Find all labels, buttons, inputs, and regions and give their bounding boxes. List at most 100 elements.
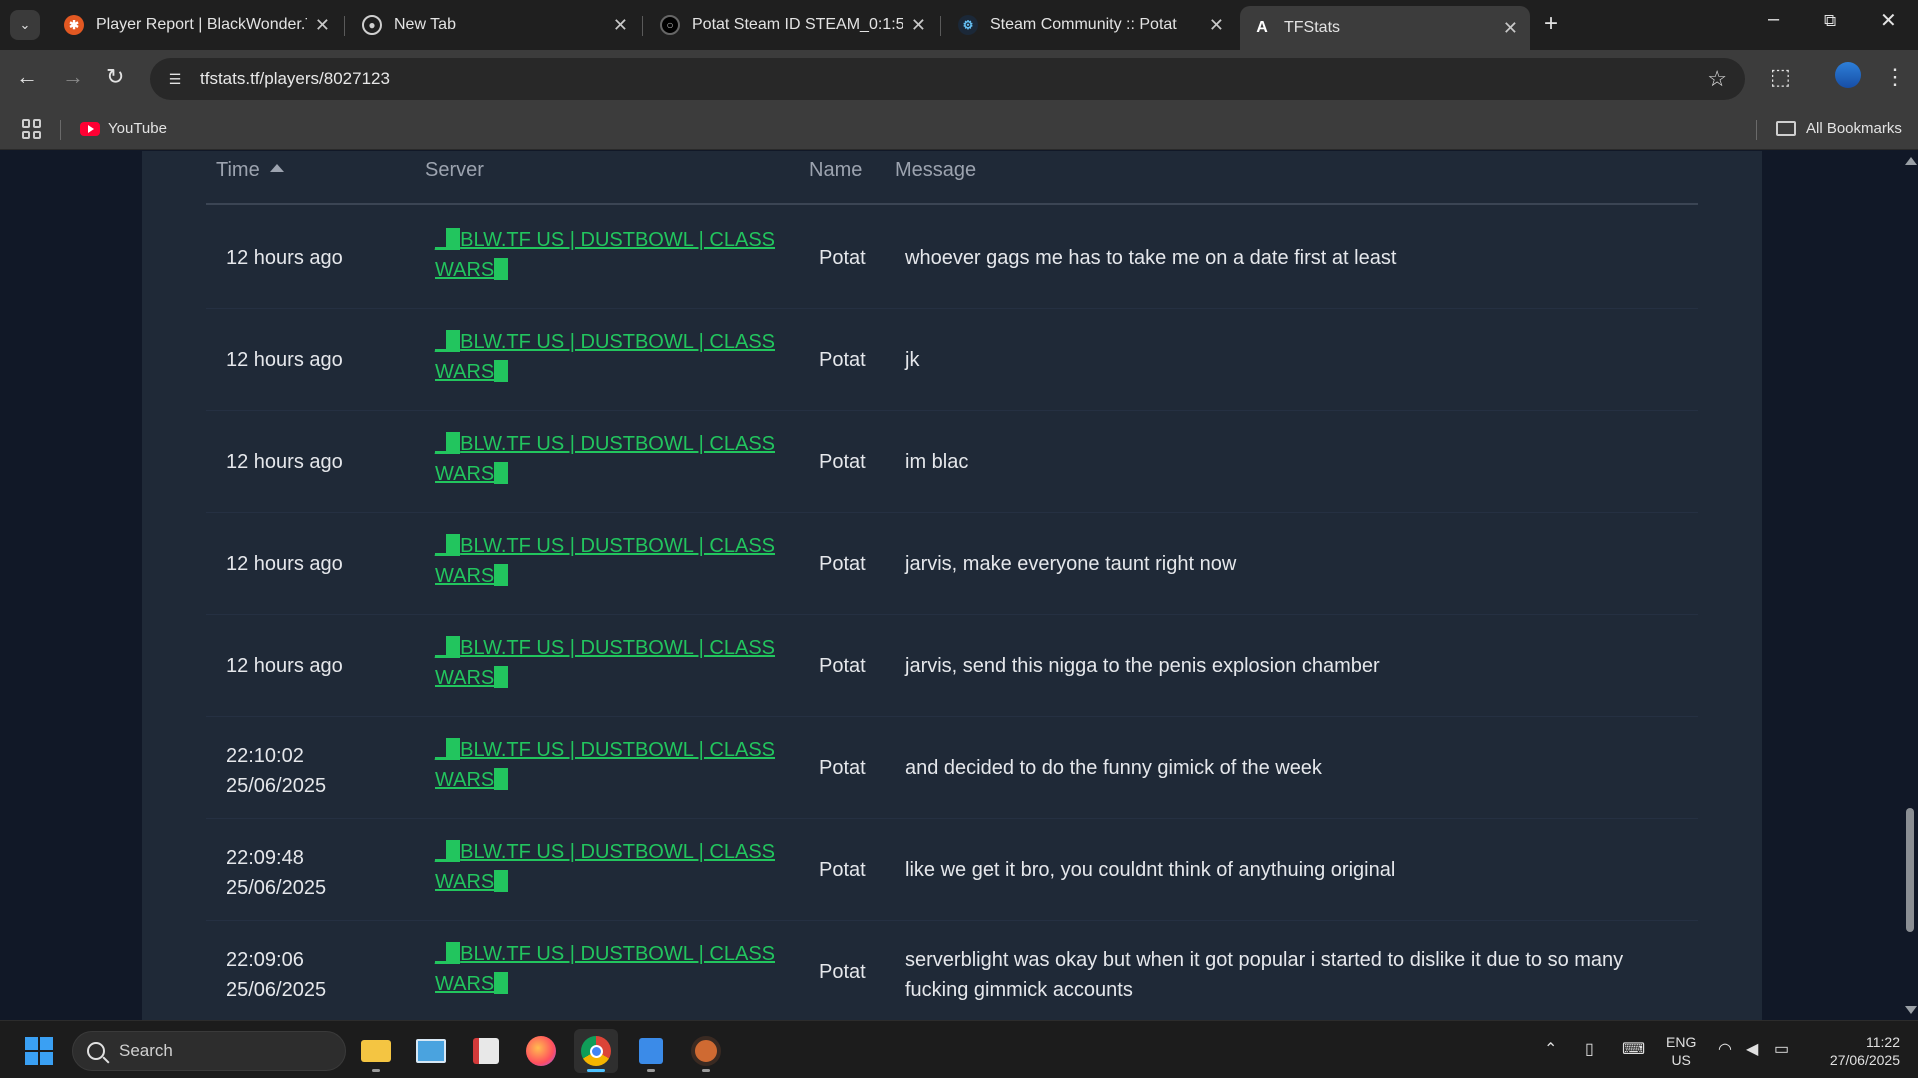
time-value: 22:09:48 bbox=[226, 847, 304, 869]
bookmarks-bar: YouTube All Bookmarks bbox=[0, 108, 1918, 150]
tf2-app[interactable] bbox=[684, 1029, 728, 1073]
time-cell: 22:09:48 25/06/2025 bbox=[226, 843, 406, 903]
reload-icon[interactable]: ↻ bbox=[106, 64, 124, 90]
time-value: 22:10:02 bbox=[226, 745, 304, 767]
folder-icon bbox=[361, 1040, 391, 1062]
tab-title: New Tab bbox=[394, 16, 456, 33]
tab-new-tab[interactable]: ● New Tab ✕ bbox=[350, 6, 640, 44]
tab-search-button[interactable]: ⌄ bbox=[10, 10, 40, 40]
scroll-down-arrow-icon[interactable] bbox=[1905, 1006, 1917, 1014]
server-link[interactable]: _ BLW.TF US | DUSTBOWL | CLASS WARS bbox=[435, 837, 780, 897]
keyboard-icon[interactable]: ⌨ bbox=[1622, 1039, 1645, 1059]
forward-arrow-icon[interactable]: → bbox=[62, 64, 84, 90]
profile-avatar[interactable] bbox=[1835, 62, 1861, 88]
site-settings-icon[interactable]: ☰ bbox=[164, 68, 186, 90]
address-bar[interactable]: ☰ tfstats.tf/players/8027123 ☆ bbox=[150, 58, 1745, 100]
time-cell: 22:10:02 25/06/2025 bbox=[226, 741, 406, 801]
table-row: 22:09:06 25/06/2025 _ BLW.TF US | DUSTBOWL… bbox=[206, 921, 1698, 1020]
time-value: 22:09:06 bbox=[226, 949, 304, 971]
apps-grid-icon[interactable] bbox=[22, 119, 42, 139]
server-link[interactable]: _ BLW.TF US | DUSTBOWL | CLASS WARS bbox=[435, 939, 780, 999]
volume-icon[interactable]: ◀ bbox=[1746, 1039, 1758, 1059]
block-glyph bbox=[494, 666, 509, 688]
bookmark-youtube[interactable]: YouTube bbox=[80, 120, 167, 137]
close-icon[interactable]: ✕ bbox=[1503, 18, 1518, 39]
close-icon[interactable]: ✕ bbox=[315, 15, 330, 36]
wifi-icon[interactable]: ◠ bbox=[1718, 1039, 1732, 1059]
screen: ⌄ ✱ Player Report | BlackWonder.TF ✕ ● N… bbox=[0, 0, 1918, 1078]
tab-steam-id[interactable]: ○ Potat Steam ID STEAM_0:1:5512 ✕ bbox=[648, 6, 938, 44]
tab-title: Steam Community :: Potat bbox=[990, 16, 1177, 33]
block-glyph bbox=[494, 360, 509, 382]
minimize-icon[interactable]: – bbox=[1768, 8, 1779, 31]
running-indicator bbox=[372, 1069, 380, 1072]
message-cell: like we get it bro, you couldnt think of… bbox=[905, 859, 1396, 881]
tab-tfstats[interactable]: A TFStats ✕ bbox=[1240, 6, 1530, 50]
file-explorer-app[interactable] bbox=[354, 1029, 398, 1073]
close-icon[interactable]: ✕ bbox=[911, 15, 926, 36]
server-link[interactable]: _ BLW.TF US | DUSTBOWL | CLASS WARS bbox=[435, 429, 780, 489]
server-name: BLW.TF US | DUSTBOWL | CLASS bbox=[460, 943, 776, 965]
table-row: 22:10:02 25/06/2025 _ BLW.TF US | DUSTBOWL… bbox=[206, 717, 1698, 819]
blackwonder-favicon-icon: ✱ bbox=[64, 15, 84, 35]
block-glyph bbox=[446, 738, 461, 760]
tab-steam-community[interactable]: ⚙ Steam Community :: Potat ✕ bbox=[946, 6, 1236, 44]
control-panel-app[interactable] bbox=[409, 1029, 453, 1073]
windows-start-icon[interactable] bbox=[25, 1037, 53, 1065]
app-icon bbox=[639, 1038, 663, 1064]
tab-strip: ⌄ ✱ Player Report | BlackWonder.TF ✕ ● N… bbox=[0, 0, 1918, 50]
table-row: 12 hours ago _ BLW.TF US | DUSTBOWL | CLA… bbox=[206, 207, 1698, 309]
page-scrollbar[interactable] bbox=[1902, 151, 1918, 1020]
server-link[interactable]: _ BLW.TF US | DUSTBOWL | CLASS WARS bbox=[435, 735, 780, 795]
message-cell: and decided to do the funny gimick of th… bbox=[905, 757, 1322, 779]
server-link[interactable]: _ BLW.TF US | DUSTBOWL | CLASS WARS bbox=[435, 327, 780, 387]
time-cell: 12 hours ago bbox=[226, 247, 343, 269]
table-row: 22:09:48 25/06/2025 _ BLW.TF US | DUSTBOWL… bbox=[206, 819, 1698, 921]
header-time[interactable]: Time bbox=[216, 159, 284, 182]
server-link[interactable]: _ BLW.TF US | DUSTBOWL | CLASS WARS bbox=[435, 633, 780, 693]
new-tab-button[interactable]: + bbox=[1544, 10, 1558, 38]
youtube-icon bbox=[80, 121, 100, 136]
store-app[interactable] bbox=[629, 1029, 673, 1073]
chevron-up-icon[interactable]: ⌃ bbox=[1544, 1039, 1557, 1059]
message-cell: whoever gags me has to take me on a date… bbox=[905, 247, 1397, 269]
back-arrow-icon[interactable]: ← bbox=[16, 64, 38, 90]
menu-kebab-icon[interactable]: ⋮ bbox=[1884, 64, 1906, 90]
close-icon[interactable]: ✕ bbox=[613, 15, 628, 36]
close-icon[interactable]: ✕ bbox=[1209, 15, 1224, 36]
snipping-tool-app[interactable] bbox=[464, 1029, 508, 1073]
server-link[interactable]: _ BLW.TF US | DUSTBOWL | CLASS WARS bbox=[435, 225, 780, 285]
extensions-icon[interactable]: ⬚ bbox=[1770, 64, 1791, 90]
table-header: Time Server Name Message bbox=[206, 151, 1698, 205]
block-glyph bbox=[494, 258, 509, 280]
bookmark-star-icon[interactable]: ☆ bbox=[1707, 66, 1727, 92]
taskbar-search[interactable]: Search bbox=[72, 1031, 346, 1071]
server-name-cont: WARS bbox=[435, 361, 495, 383]
language-indicator[interactable]: ENG US bbox=[1666, 1033, 1696, 1069]
block-glyph bbox=[494, 462, 509, 484]
tab-player-report[interactable]: ✱ Player Report | BlackWonder.TF ✕ bbox=[52, 6, 342, 44]
close-window-icon[interactable]: ✕ bbox=[1880, 8, 1897, 33]
server-link[interactable]: _ BLW.TF US | DUSTBOWL | CLASS WARS bbox=[435, 531, 780, 591]
server-name: BLW.TF US | DUSTBOWL | CLASS bbox=[460, 841, 776, 863]
control-panel-icon bbox=[416, 1039, 446, 1063]
microphone-icon[interactable]: ▯ bbox=[1585, 1039, 1594, 1059]
language-code: ENG bbox=[1666, 1034, 1697, 1050]
clock-date: 27/06/2025 bbox=[1829, 1052, 1900, 1068]
server-name-cont: WARS bbox=[435, 463, 495, 485]
tab-title: TFStats bbox=[1284, 19, 1341, 36]
chevron-down-icon: ⌄ bbox=[19, 17, 31, 32]
clock[interactable]: 11:22 27/06/2025 bbox=[1816, 1033, 1900, 1069]
battery-icon[interactable]: ▭ bbox=[1774, 1039, 1789, 1059]
tfstats-favicon-icon: A bbox=[1256, 19, 1268, 36]
server-name-cont: WARS bbox=[435, 769, 495, 791]
scrollbar-thumb[interactable] bbox=[1906, 808, 1914, 932]
block-glyph bbox=[494, 870, 509, 892]
scroll-up-arrow-icon[interactable] bbox=[1905, 157, 1917, 165]
chrome-app[interactable] bbox=[574, 1029, 618, 1073]
all-bookmarks-button[interactable]: All Bookmarks bbox=[1776, 120, 1902, 137]
sort-ascending-icon bbox=[269, 163, 284, 172]
date-value: 25/06/2025 bbox=[226, 979, 327, 1001]
restore-icon[interactable]: ⧉ bbox=[1824, 11, 1836, 31]
firefox-app[interactable] bbox=[519, 1029, 563, 1073]
